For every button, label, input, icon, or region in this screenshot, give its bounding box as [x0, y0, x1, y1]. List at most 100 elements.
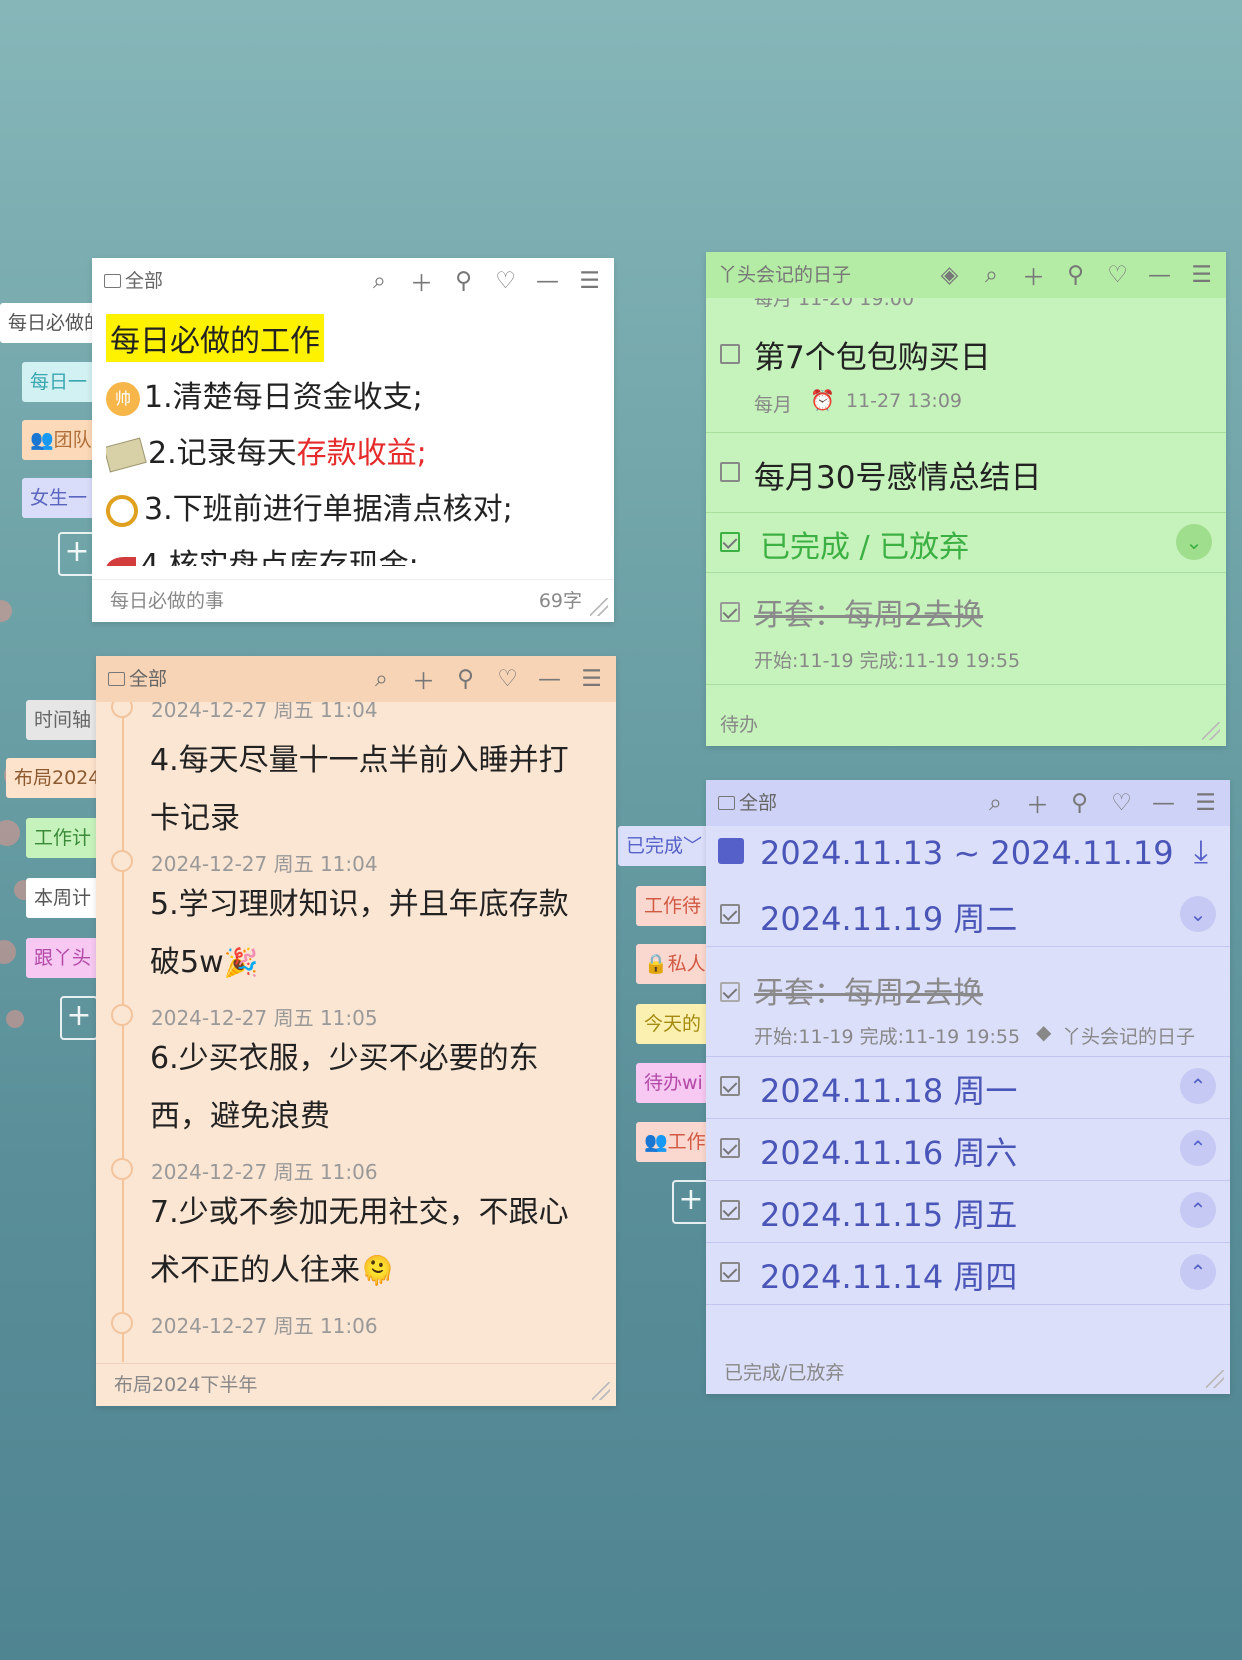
side-tab[interactable]: 每日必做的	[0, 303, 100, 343]
side-tab[interactable]: 每日一	[22, 362, 98, 402]
layers-icon[interactable]: ◈	[937, 262, 962, 288]
timeline-dot	[111, 1004, 133, 1026]
add-tab-button[interactable]: +	[60, 996, 98, 1040]
plus-icon[interactable]: ＋	[411, 662, 436, 696]
folder-selector[interactable]: 全部	[104, 258, 163, 304]
search-icon[interactable]: ⌕	[369, 666, 394, 692]
add-tab-button[interactable]: +	[672, 1180, 710, 1224]
note-body[interactable]: 每日必做的工作 帅 1.清楚每日资金收支; 2.记录每天存款收益; 3.下班前进行…	[106, 314, 604, 566]
menu-icon[interactable]: ☰	[579, 666, 604, 692]
timeline-note-card[interactable]: 全部 ⌕ ＋ ⚲ ♡ — ☰ 2024-12-27 周五 11:04 4.每天尽…	[96, 656, 616, 1406]
search-icon[interactable]: ⌕	[979, 262, 1004, 288]
skin-icon[interactable]: ♡	[1109, 790, 1134, 816]
lock-icon: 🔒	[644, 953, 668, 975]
group-label: 2024.11.16 周六	[760, 1134, 1018, 1172]
todo-tag: 丫头会记的日子	[1062, 1026, 1196, 1048]
done-item[interactable]: 牙套：每周2去换 开始:11-19 完成:11-19 19:55 ◆ 丫头会记的…	[706, 946, 1230, 1057]
skin-icon[interactable]: ♡	[495, 666, 520, 692]
todo-card-blue[interactable]: 全部 ⌕ ＋ ⚲ ♡ — ☰ 2024.11.13 ~ 2024.11.19 ⤓…	[706, 780, 1230, 1394]
minimize-icon[interactable]: —	[1147, 262, 1172, 288]
date-group[interactable]: 2024.11.16 周六 ⌃	[706, 1118, 1230, 1181]
date-range: 2024.11.13 ~ 2024.11.19	[760, 834, 1174, 872]
plus-icon[interactable]: ＋	[1021, 258, 1046, 292]
resize-handle[interactable]	[590, 598, 608, 616]
todo-checkbox[interactable]	[720, 602, 740, 622]
menu-icon[interactable]: ☰	[1189, 262, 1214, 288]
todo-time: 11-27 13:09	[846, 390, 963, 412]
todo-checkbox[interactable]	[720, 982, 740, 1002]
date-group[interactable]: 2024.11.15 周五 ⌃	[706, 1180, 1230, 1243]
cut-off-meta: 每月 11-20 19:00	[754, 298, 915, 310]
minimize-icon[interactable]: —	[537, 666, 562, 692]
timeline-text: 4.每天尽量十一点半前入睡并打卡记录	[150, 743, 569, 836]
minimize-icon[interactable]: —	[535, 268, 560, 294]
chevron-up-icon[interactable]: ⌃	[1180, 1254, 1216, 1290]
chevron-up-icon[interactable]: ⌃	[1180, 1130, 1216, 1166]
tag-icon: ◆	[1036, 1020, 1052, 1044]
pin-icon[interactable]: ⚲	[453, 666, 478, 692]
todo-list-title[interactable]: 丫头会记的日子	[718, 252, 851, 298]
search-icon[interactable]: ⌕	[983, 790, 1008, 816]
date-group[interactable]: 2024.11.14 周四 ⌃	[706, 1242, 1230, 1305]
side-tab[interactable]: 👥团队	[22, 420, 98, 460]
folder-selector[interactable]: 全部	[718, 780, 777, 826]
resize-handle[interactable]	[1206, 1370, 1224, 1388]
date-group[interactable]: 2024.11.18 周一 ⌃	[706, 1056, 1230, 1119]
pin-icon[interactable]: ⚲	[451, 268, 476, 294]
footer-label: 待办	[720, 714, 759, 736]
minimize-icon[interactable]: —	[1151, 790, 1176, 816]
chevron-up-icon[interactable]: ⌃	[1180, 1192, 1216, 1228]
todo-item[interactable]: 每月30号感情总结日	[706, 432, 1226, 513]
pin-icon[interactable]: ⚲	[1063, 262, 1088, 288]
group-checkbox	[720, 1200, 740, 1220]
done-checkbox	[720, 532, 740, 552]
plus-icon[interactable]: ＋	[1025, 786, 1050, 820]
search-icon[interactable]: ⌕	[367, 268, 392, 294]
skin-icon[interactable]: ♡	[493, 268, 518, 294]
timeline-date: 2024-12-27 周五 11:05	[151, 1006, 378, 1030]
date-range-header[interactable]: 2024.11.13 ~ 2024.11.19 ⤓	[706, 826, 1230, 882]
todo-body[interactable]: 每月 11-20 19:00 第7个包包购买日 每月 ⏰ 11-27 13:09…	[706, 298, 1226, 702]
note-line: 1.清楚每日资金收支;	[144, 380, 423, 415]
side-tab[interactable]: 已完成﹀	[618, 826, 720, 866]
smile-icon: 🫠	[360, 1254, 395, 1287]
menu-icon[interactable]: ☰	[1193, 790, 1218, 816]
todo-body[interactable]: 2024.11.13 ~ 2024.11.19 ⤓ 2024.11.19 周二 …	[706, 826, 1230, 1350]
add-tab-button[interactable]: +	[58, 532, 96, 576]
menu-icon[interactable]: ☰	[577, 268, 602, 294]
side-tab[interactable]: 女生一	[22, 478, 98, 518]
todo-meta: 开始:11-19 完成:11-19 19:55	[754, 1026, 1021, 1048]
side-tab[interactable]: 布局2024	[6, 758, 108, 798]
note-line: 4.核实盘点库存现金;	[140, 548, 419, 566]
resize-handle[interactable]	[1202, 722, 1220, 740]
timeline-dot	[111, 702, 133, 718]
todo-meta: 开始:11-19 完成:11-19 19:55	[754, 650, 1021, 672]
todo-item[interactable]: 第7个包包购买日 每月 ⏰ 11-27 13:09	[706, 314, 1226, 433]
download-icon[interactable]: ⤓	[1194, 832, 1208, 871]
todo-toolbar: 丫头会记的日子 ◈ ⌕ ＋ ⚲ ♡ — ☰	[706, 252, 1226, 298]
todo-checkbox[interactable]	[720, 462, 740, 482]
date-group[interactable]: 2024.11.19 周二 ⌄	[706, 882, 1230, 947]
done-item[interactable]: 牙套：每周2去换 开始:11-19 完成:11-19 19:55	[706, 572, 1226, 685]
pin-icon[interactable]: ⚲	[1067, 790, 1092, 816]
todo-text: 第7个包包购买日	[754, 340, 991, 376]
daily-note-card[interactable]: 全部 ⌕ ＋ ⚲ ♡ — ☰ 每日必做的工作 帅 1.清楚每日资金收支; 2.记录…	[92, 258, 614, 622]
note-title: 每日必做的事	[110, 590, 225, 612]
footer-label: 已完成/已放弃	[724, 1362, 845, 1384]
plus-icon[interactable]: ＋	[409, 264, 434, 298]
skin-icon[interactable]: ♡	[1105, 262, 1130, 288]
note-footer: 布局2024下半年	[96, 1363, 616, 1406]
timeline-text: 6.少买衣服，少买不必要的东西，避免浪费	[150, 1041, 539, 1134]
chevron-up-icon[interactable]: ⌃	[1180, 1068, 1216, 1104]
calendar-icon	[718, 838, 744, 864]
todo-repeat: 每月	[754, 394, 793, 416]
ring-icon	[106, 494, 138, 527]
chevron-down-icon[interactable]: ⌄	[1176, 524, 1212, 560]
todo-card-green[interactable]: 丫头会记的日子 ◈ ⌕ ＋ ⚲ ♡ — ☰ 每月 11-20 19:00 第7个…	[706, 252, 1226, 746]
folder-selector[interactable]: 全部	[108, 656, 167, 702]
resize-handle[interactable]	[592, 1382, 610, 1400]
todo-checkbox[interactable]	[720, 344, 740, 364]
done-section-header[interactable]: 已完成 / 已放弃 ⌄	[706, 512, 1226, 573]
timeline-body[interactable]: 2024-12-27 周五 11:04 4.每天尽量十一点半前入睡并打卡记录 2…	[96, 702, 616, 1362]
chevron-down-icon[interactable]: ⌄	[1180, 896, 1216, 932]
